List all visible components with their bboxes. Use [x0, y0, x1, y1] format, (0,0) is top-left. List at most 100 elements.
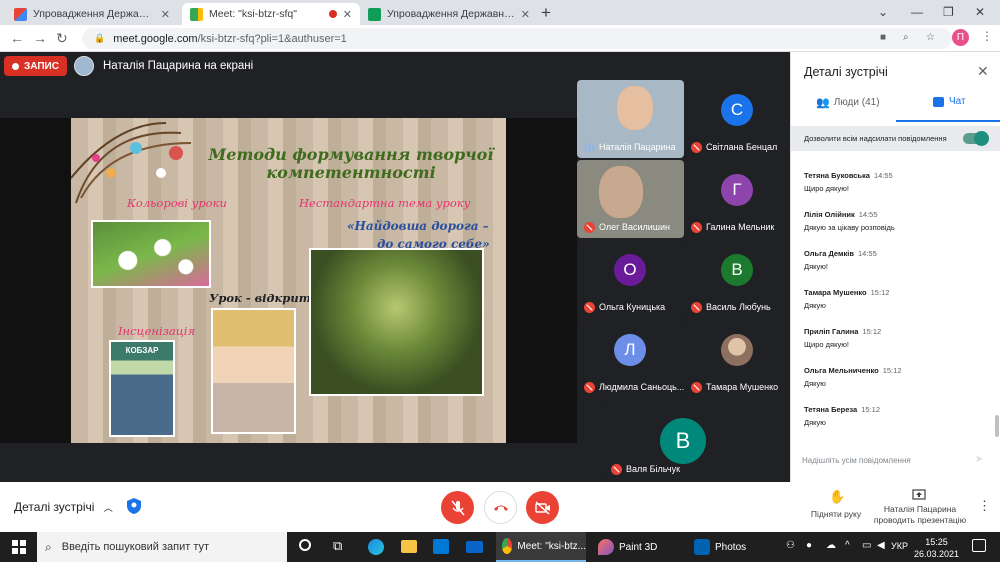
message-text: Дякую: [804, 418, 826, 427]
star-icon[interactable]: ☆: [926, 32, 935, 43]
camera-toggle-button[interactable]: [526, 491, 559, 524]
mail-icon[interactable]: [466, 541, 483, 553]
taskbar-app-paint3d[interactable]: Paint 3D: [592, 532, 682, 562]
allow-messages-toggle[interactable]: [963, 131, 989, 146]
participant-tile[interactable]: Л Людмила Саньоць...: [577, 320, 684, 398]
message-text: Щиро дякую!: [804, 340, 849, 349]
present-icon: [912, 489, 926, 500]
message-text: Дякую за цікаву розповідь: [804, 223, 895, 232]
back-icon[interactable]: ←: [10, 30, 24, 46]
mic-off-icon: [450, 500, 465, 515]
store-icon[interactable]: [433, 539, 449, 554]
message-time: 15:12: [882, 366, 902, 375]
chevron-up-icon: ︿: [103, 503, 113, 513]
cloud-icon[interactable]: ☁: [826, 540, 836, 551]
edge-icon[interactable]: [368, 539, 384, 555]
book-title: КОБЗАР: [125, 346, 159, 355]
mic-icon[interactable]: ●: [806, 540, 812, 551]
slide-item-colorful-lessons: Кольорові уроки: [127, 196, 227, 210]
message-time: 15:12: [862, 327, 882, 336]
tab-meet[interactable]: Meet: "ksi-btzr-sfq" ✕: [182, 3, 360, 25]
participant-tile[interactable]: Тамара Мушенко: [684, 320, 791, 398]
participant-tile[interactable]: Олег Василишин: [577, 160, 684, 238]
participant-tile[interactable]: В Василь Любунь: [684, 240, 791, 318]
taskbar-clock[interactable]: 15:25 26.03.2021: [914, 536, 959, 560]
restore-icon[interactable]: ❐: [943, 5, 954, 19]
participant-name: Валя Більчук: [626, 464, 681, 474]
address-bar[interactable]: 🔒 meet.google.com/ksi-btzr-sfq?pli=1&aut…: [82, 28, 952, 49]
meeting-details-button[interactable]: Деталі зустрічі ︿: [14, 500, 113, 514]
profile-avatar[interactable]: П: [952, 29, 969, 46]
camera-icon[interactable]: ■: [880, 32, 886, 43]
browser-tab-strip: Упровадження Державного ста ✕ Meet: "ksi…: [0, 0, 1000, 25]
presentation-slide: Методи формування творчої компетентності…: [71, 118, 506, 443]
allow-messages-label: Дозволити всім надсилати повідомлення: [804, 134, 947, 143]
photos-icon: [694, 539, 710, 555]
people-icon[interactable]: ⚇: [786, 540, 795, 551]
recording-dot-icon: [12, 62, 19, 70]
presentation-stage: Методи формування творчої компетентності…: [0, 118, 577, 443]
hand-icon: ✋: [829, 489, 846, 504]
mic-toggle-button[interactable]: [441, 491, 474, 524]
participant-name: Світлана Бенцал: [706, 142, 778, 152]
volume-icon[interactable]: ◀: [877, 540, 885, 551]
more-options-icon[interactable]: ⋮: [978, 498, 991, 514]
message-input[interactable]: Надішліть усім повідомлення: [802, 456, 911, 465]
taskbar-app-chrome[interactable]: Meet: "ksi-btz...: [496, 532, 586, 562]
hang-up-icon: [493, 505, 508, 511]
cortana-icon[interactable]: [299, 539, 311, 551]
close-icon[interactable]: ✕: [343, 8, 352, 21]
participant-tile[interactable]: О Ольга Куницька: [577, 240, 684, 318]
message-time: 15:12: [870, 288, 890, 297]
minimize-icon[interactable]: —: [911, 5, 923, 19]
taskbar-app-label: Photos: [715, 541, 747, 553]
chat-message: Тетяна Береза 15:12 Дякую: [804, 405, 880, 427]
mic-off-icon: [584, 222, 595, 233]
windows-start-icon[interactable]: [12, 540, 26, 554]
tab-chat[interactable]: Чат: [933, 96, 966, 107]
meet-main: ЗАПИС Наталія Пацарина на екрані Методи …: [0, 52, 791, 482]
lock-icon: 🔒: [94, 33, 106, 43]
participant-tile[interactable]: Г Галина Мельник: [684, 160, 791, 238]
message-author: Ольга Демків: [804, 249, 854, 258]
participant-tile[interactable]: С Світлана Бенцал: [684, 80, 791, 158]
close-icon[interactable]: ✕: [521, 8, 530, 21]
menu-icon[interactable]: ⋮: [981, 29, 993, 43]
avatar: [721, 334, 753, 366]
taskbar-app-photos[interactable]: Photos: [688, 532, 778, 562]
mic-off-icon: [611, 464, 622, 475]
notifications-icon[interactable]: [972, 539, 986, 552]
participant-tile[interactable]: В Валя Більчук: [604, 400, 762, 480]
file-explorer-icon[interactable]: [401, 540, 417, 553]
reload-icon[interactable]: ↻: [56, 30, 68, 47]
tab-people[interactable]: 👥 Люди (41): [816, 96, 880, 109]
message-text: Дякую: [804, 301, 826, 310]
network-icon[interactable]: ▭: [862, 540, 871, 551]
avatar: В: [721, 254, 753, 286]
new-tab-button[interactable]: +: [541, 3, 551, 23]
task-view-icon[interactable]: ⧉: [333, 538, 342, 554]
tab-search-icon[interactable]: ⌄: [878, 5, 888, 19]
taskbar-search[interactable]: ⌕ Введіть пошуковий запит тут: [37, 532, 287, 562]
zoom-icon[interactable]: ⌕: [903, 32, 909, 43]
participant-tile[interactable]: Наталія Пацарина: [577, 80, 684, 158]
forward-icon[interactable]: →: [33, 30, 47, 46]
tree-woman-image: [309, 248, 484, 396]
close-panel-button[interactable]: ✕: [977, 63, 989, 80]
shield-icon[interactable]: [126, 497, 142, 515]
language-indicator[interactable]: УКР: [891, 541, 908, 551]
participant-name: Тамара Мушенко: [706, 382, 779, 392]
camera-off-icon: [534, 500, 550, 515]
portrait-image: [211, 308, 296, 434]
chevron-up-icon[interactable]: ^: [845, 540, 850, 551]
participant-name: Олег Василишин: [599, 222, 670, 232]
avatar: Г: [721, 174, 753, 206]
tab-sheets[interactable]: Упровадження Державного ста ✕: [360, 3, 538, 25]
chat-message: Лілія Олійник 14:55 Дякую за цікаву розпо…: [804, 210, 895, 232]
tab-gmail[interactable]: Упровадження Державного ста ✕: [6, 3, 178, 25]
close-window-icon[interactable]: ✕: [975, 5, 985, 19]
close-icon[interactable]: ✕: [161, 8, 170, 21]
leave-call-button[interactable]: [484, 491, 517, 524]
send-icon[interactable]: ➤: [975, 454, 983, 465]
chat-scrollbar[interactable]: [995, 415, 999, 437]
